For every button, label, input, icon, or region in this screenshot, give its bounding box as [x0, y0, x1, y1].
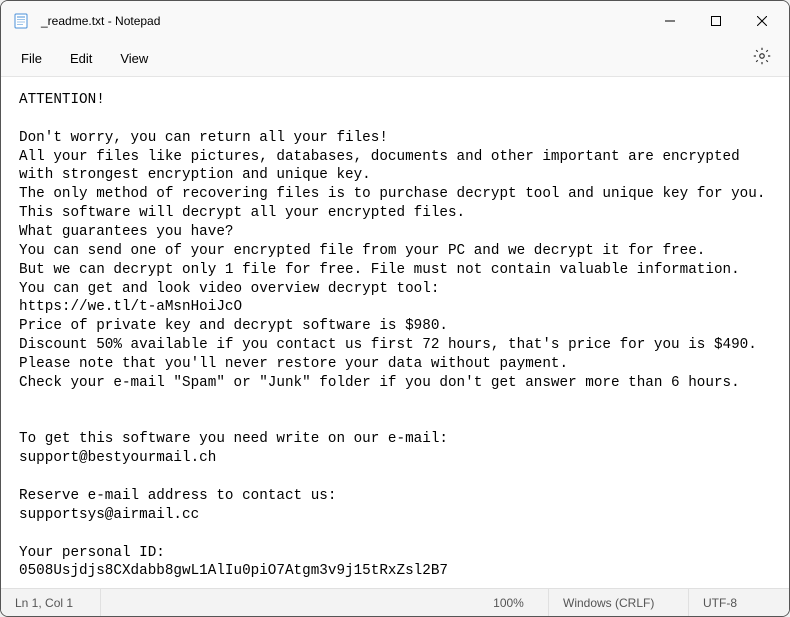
notepad-icon	[13, 13, 29, 29]
menu-view[interactable]: View	[108, 45, 160, 72]
titlebar[interactable]: _readme.txt - Notepad	[1, 1, 789, 41]
line-ending: Windows (CRLF)	[549, 589, 689, 616]
statusbar: Ln 1, Col 1 100% Windows (CRLF) UTF-8	[1, 588, 789, 616]
gear-icon	[753, 47, 771, 65]
maximize-icon	[711, 16, 721, 26]
close-button[interactable]	[739, 1, 785, 41]
cursor-position: Ln 1, Col 1	[1, 589, 101, 616]
maximize-button[interactable]	[693, 1, 739, 41]
zoom-level[interactable]: 100%	[469, 589, 549, 616]
minimize-icon	[665, 16, 675, 26]
menu-edit[interactable]: Edit	[58, 45, 104, 72]
window-controls	[647, 1, 785, 41]
minimize-button[interactable]	[647, 1, 693, 41]
close-icon	[757, 16, 767, 26]
encoding: UTF-8	[689, 589, 789, 616]
window-title: _readme.txt - Notepad	[41, 14, 647, 28]
menu-file[interactable]: File	[9, 45, 54, 72]
notepad-window: _readme.txt - Notepad File Edit View ATT…	[0, 0, 790, 617]
settings-button[interactable]	[743, 41, 781, 76]
text-editor[interactable]: ATTENTION! Don't worry, you can return a…	[1, 77, 789, 588]
menubar: File Edit View	[1, 41, 789, 77]
